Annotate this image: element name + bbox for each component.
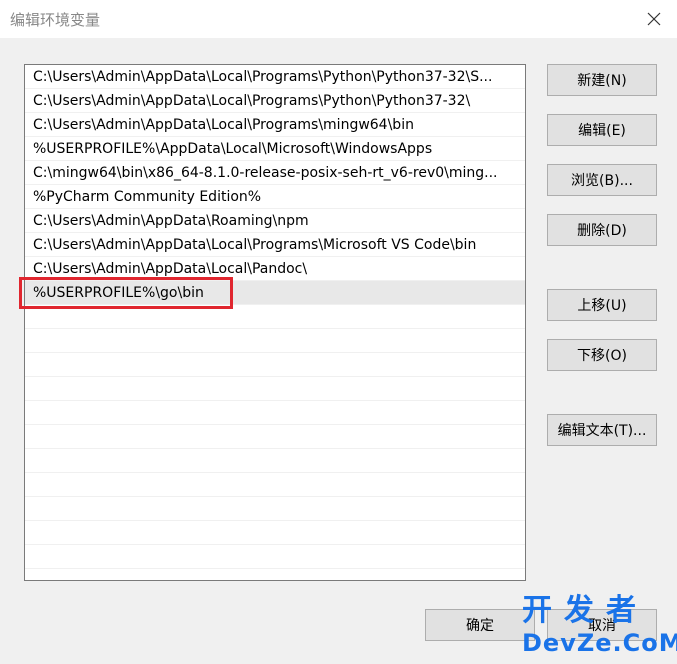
empty-row[interactable]	[25, 473, 525, 497]
ok-button[interactable]: 确定	[425, 609, 535, 641]
empty-row[interactable]	[25, 377, 525, 401]
edit-text-button[interactable]: 编辑文本(T)...	[547, 414, 657, 446]
empty-row[interactable]	[25, 305, 525, 329]
empty-row[interactable]	[25, 569, 525, 580]
empty-row[interactable]	[25, 521, 525, 545]
cancel-button[interactable]: 取消	[547, 609, 657, 641]
close-button[interactable]	[631, 0, 677, 38]
window-title: 编辑环境变量	[10, 11, 101, 29]
path-row[interactable]: C:\Users\Admin\AppData\Local\Programs\mi…	[25, 113, 525, 137]
empty-row[interactable]	[25, 329, 525, 353]
path-row[interactable]: C:\Users\Admin\AppData\Local\Pandoc\	[25, 257, 525, 281]
close-icon	[647, 12, 661, 26]
title-bar: 编辑环境变量	[0, 0, 677, 38]
edit-button[interactable]: 编辑(E)	[547, 114, 657, 146]
path-row[interactable]: C:\Users\Admin\AppData\Local\Programs\Py…	[25, 65, 525, 89]
path-row[interactable]: C:\mingw64\bin\x86_64-8.1.0-release-posi…	[25, 161, 525, 185]
delete-button[interactable]: 删除(D)	[547, 214, 657, 246]
empty-row[interactable]	[25, 353, 525, 377]
empty-row[interactable]	[25, 497, 525, 521]
path-row[interactable]: %USERPROFILE%\go\bin	[25, 281, 525, 305]
empty-row[interactable]	[25, 401, 525, 425]
empty-row[interactable]	[25, 425, 525, 449]
path-row[interactable]: C:\Users\Admin\AppData\Local\Programs\Mi…	[25, 233, 525, 257]
empty-row[interactable]	[25, 449, 525, 473]
new-button[interactable]: 新建(N)	[547, 64, 657, 96]
path-row[interactable]: %PyCharm Community Edition%	[25, 185, 525, 209]
move-down-button[interactable]: 下移(O)	[547, 339, 657, 371]
path-row[interactable]: %USERPROFILE%\AppData\Local\Microsoft\Wi…	[25, 137, 525, 161]
empty-row[interactable]	[25, 545, 525, 569]
path-row[interactable]: C:\Users\Admin\AppData\Roaming\npm	[25, 209, 525, 233]
browse-button[interactable]: 浏览(B)...	[547, 164, 657, 196]
path-list[interactable]: C:\Users\Admin\AppData\Local\Programs\Py…	[24, 64, 526, 581]
move-up-button[interactable]: 上移(U)	[547, 289, 657, 321]
path-row[interactable]: C:\Users\Admin\AppData\Local\Programs\Py…	[25, 89, 525, 113]
